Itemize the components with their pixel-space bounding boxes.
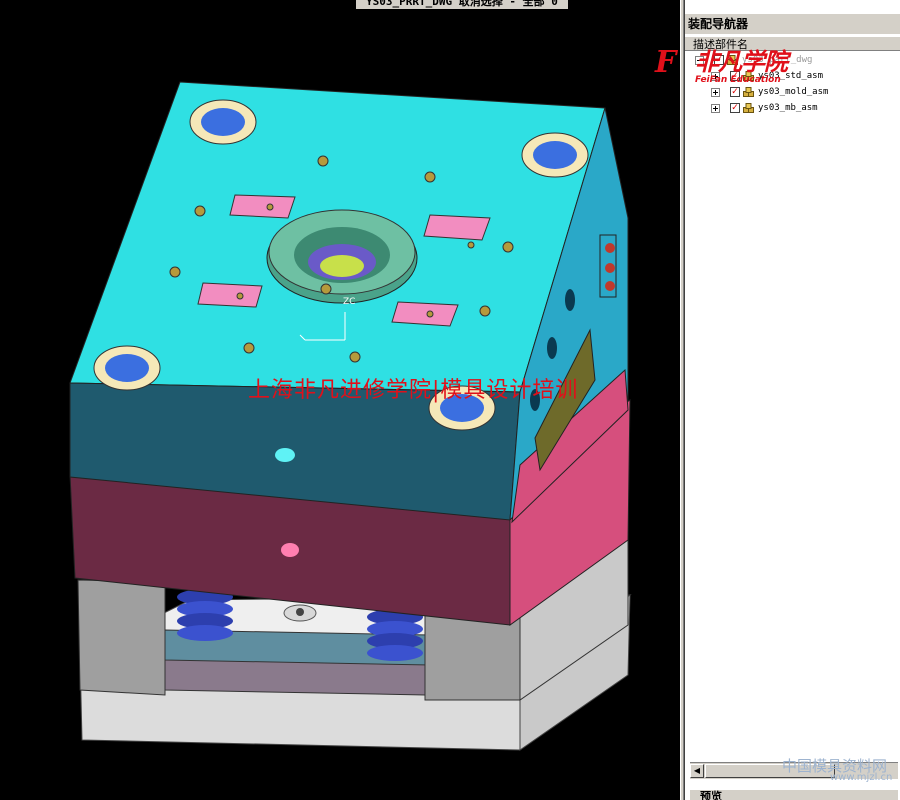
locating-ring: [266, 209, 418, 304]
pad: [423, 214, 491, 241]
mold-assembly-model[interactable]: ZC: [0, 10, 680, 800]
pad: [391, 301, 459, 327]
pad: [197, 282, 263, 308]
side-port: [547, 337, 557, 359]
assembly-navigator: 装配导航器 描述部件名 ✓ ys03_part_dwg ✓ ys03_std_asm ✓…: [684, 0, 900, 800]
cooling-fitting: [605, 281, 615, 291]
tree-node-label: ys03_mb_asm: [758, 103, 818, 113]
logo-sub-text: FeiFan Education: [695, 75, 781, 85]
site-watermark-url: www.mjzl.cn: [830, 772, 893, 783]
side-port: [565, 289, 575, 311]
expand-icon[interactable]: [711, 104, 720, 113]
pad: [229, 194, 296, 219]
guide-bushing-tl: [189, 99, 257, 145]
guide-bushing-tr: [521, 132, 589, 178]
support-rail-left: [77, 579, 166, 696]
preview-tab[interactable]: 预览: [690, 789, 898, 800]
visibility-checkbox[interactable]: ✓: [730, 103, 740, 113]
cooling-fitting: [605, 263, 615, 273]
watermark-text: 上海非凡进修学院|模具设计培训: [248, 378, 579, 403]
title-bar: YS03_PRRT_DWG 取消选择 - 全部 0: [0, 0, 680, 10]
guide-bushing-bl: [93, 345, 161, 391]
window-title: YS03_PRRT_DWG 取消选择 - 全部 0: [356, 0, 568, 9]
graphics-viewport[interactable]: ZC 上海非凡进修学院|模具设计培训: [0, 10, 680, 800]
cooling-fitting: [605, 243, 615, 253]
b-plate-hole: [281, 543, 299, 557]
front-hole: [275, 448, 295, 462]
navigator-title: 装配导航器: [685, 14, 900, 34]
feifan-logo: F 非凡学院 FeiFan Education: [655, 46, 805, 90]
tree-node[interactable]: ✓ ys03_mb_asm: [685, 100, 900, 116]
scroll-left-arrow-icon[interactable]: ◀: [690, 764, 704, 778]
assembly-icon: [743, 103, 754, 113]
logo-main-text: 非凡学院: [695, 48, 788, 76]
axis-label-zc: ZC: [343, 297, 355, 307]
logo-mark: F: [655, 45, 677, 80]
